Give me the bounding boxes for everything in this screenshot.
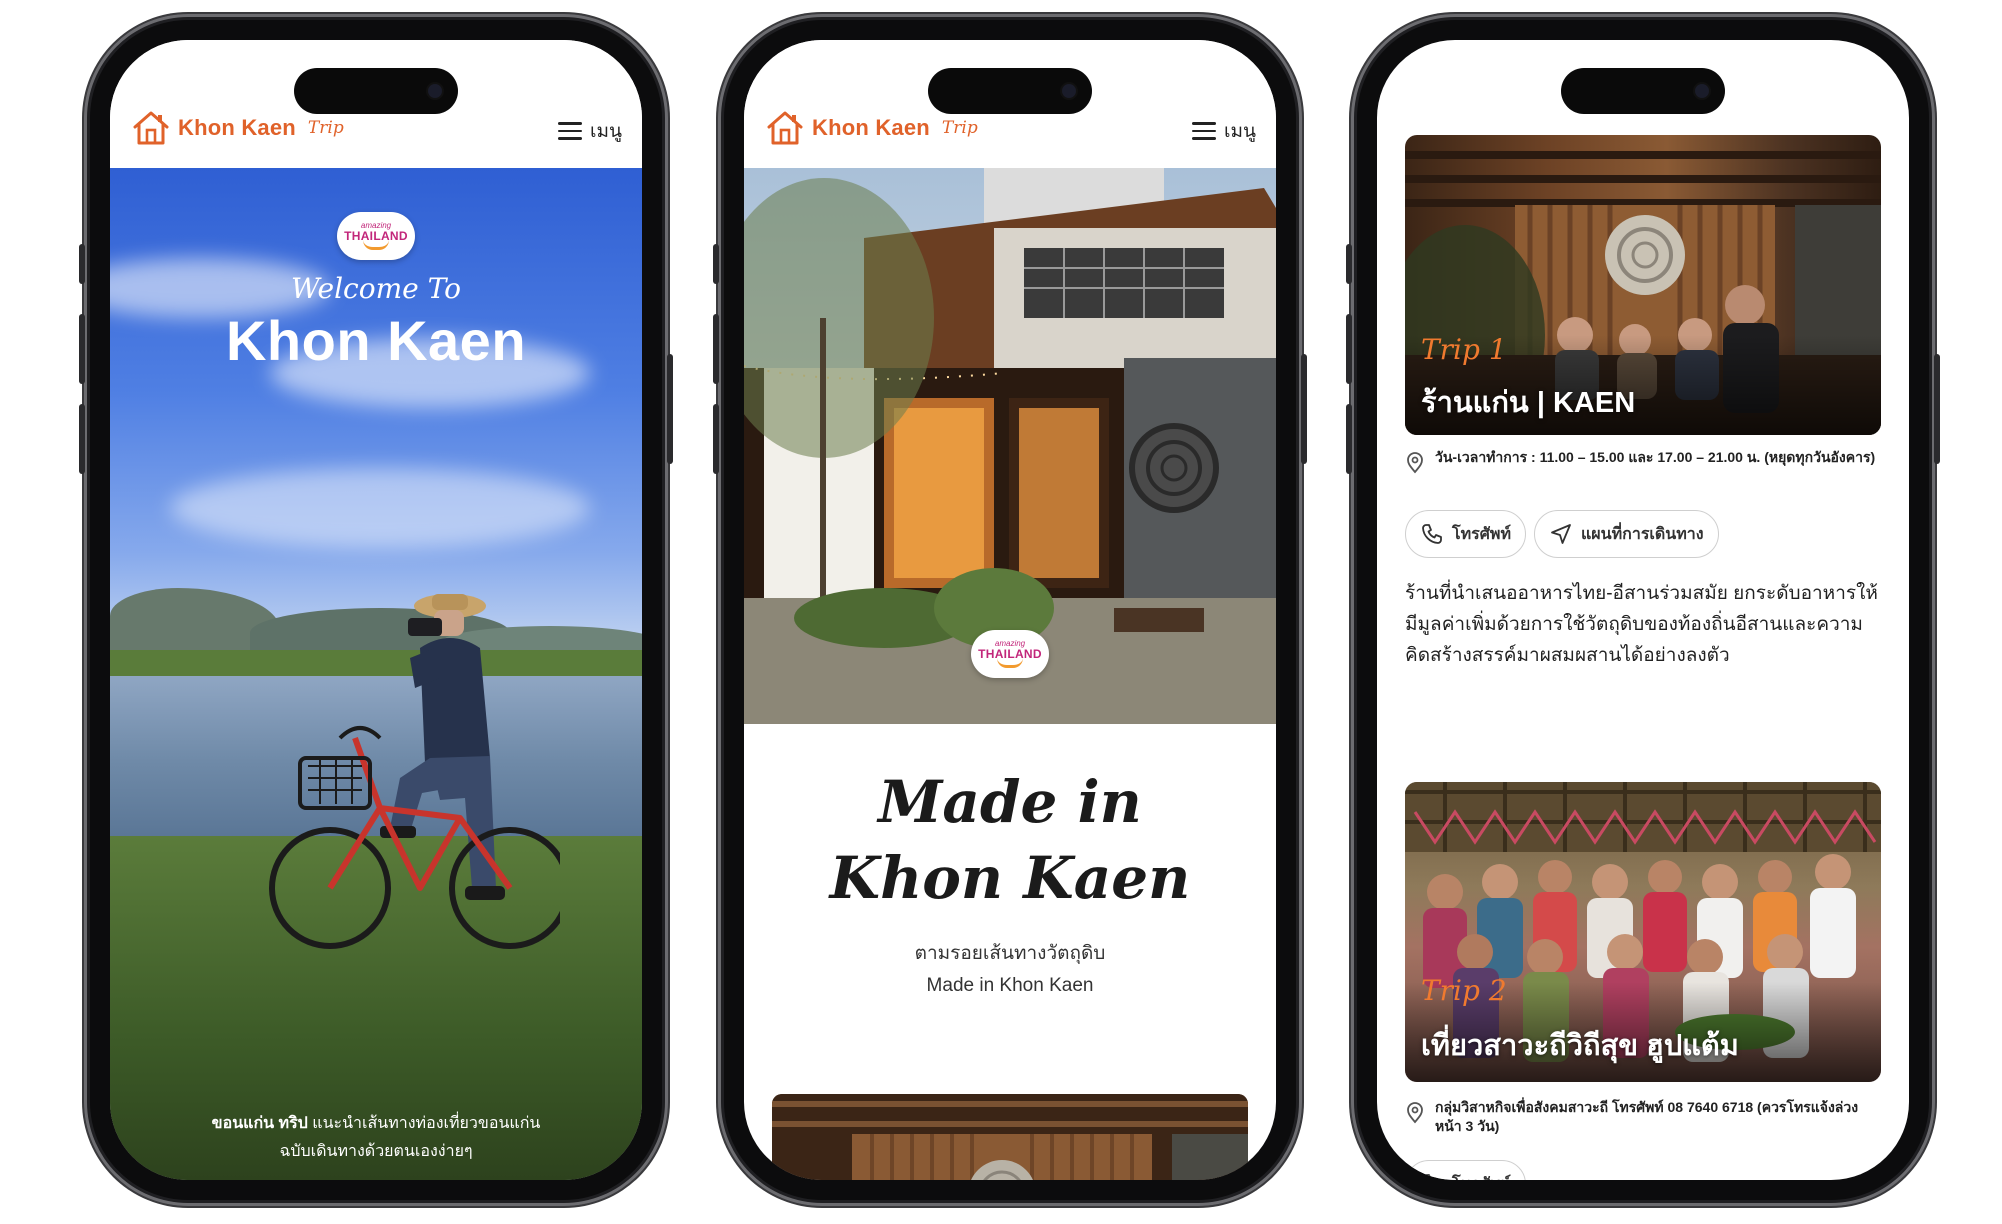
menu-label: เมนู [589,121,622,142]
phone-button [713,314,719,384]
phone-button [713,404,719,474]
phone-button [713,244,719,284]
hero-footer-text: ขอนแก่น ทริป แนะนำเส้นทางท่องเที่ยวขอนแก… [110,1110,642,1180]
phone-button [79,404,85,474]
directions-label: แผนที่การเดินทาง [1580,525,1704,543]
dynamic-island [928,68,1092,114]
call-label: โทรศัพท์ [1452,1172,1511,1181]
group-contact-info: กลุ่มวิสาหกิจเพื่อสังคมสาวะถี โทรศัพท์ 0… [1405,1098,1881,1136]
subheadline-line2: Made in Khon Kaen [926,975,1094,996]
dynamic-island [294,68,458,114]
trip-title-1: ร้านแก่น | KAEN [1421,387,1636,419]
trip-label-2: Trip 2 [1421,974,1507,1007]
dynamic-island [1561,68,1725,114]
restaurant-interior-illustration [772,1094,1248,1180]
amazing-thailand-badge: amazing THAILAND [337,212,415,260]
restaurant-description: ร้านที่นำเสนออาหารไทย-อีสานร่วมสมัย ยกระ… [1405,583,1878,666]
call-button[interactable]: โทรศัพท์ [1405,510,1526,558]
phone-button [1346,314,1352,384]
trip-title-2: เที่ยวสาวะถีวิถีสุข ฮูปแต้ม [1421,1030,1739,1062]
opening-hours-text: วัน-เวลาทำการ : 11.00 – 15.00 และ 17.00 … [1435,449,1876,465]
phone-button [79,314,85,384]
footer-line1: แนะนำเส้นทางท่องเที่ยวขอนแก่น [307,1115,541,1132]
welcome-text: Welcome To [291,272,461,305]
location-pin-icon [1407,452,1423,474]
brand-name: Khon Kaen [178,115,296,140]
brand-trip: Trip [941,118,978,138]
subheadline-line1: ตามรอยเส้นทางวัตถุดิบ [914,943,1106,964]
navigation-arrow-icon [1551,524,1571,544]
headline-line2: Khon Kaen [829,844,1191,912]
brand-logo[interactable]: Khon Kaen Trip [132,110,344,146]
mockup-stage: Khon Kaen Trip เมนู amazing THAILAND Wel… [0,0,2002,1224]
footer-bold: ขอนแก่น ทริป [211,1115,308,1132]
hero-photo: amazing THAILAND Welcome To Khon Kaen ขอ… [110,168,642,1180]
phone-button [1934,354,1940,464]
trip-card-1[interactable]: Trip 1 ร้านแก่น | KAEN [1405,135,1881,435]
menu-label: เมนู [1223,121,1256,142]
call-label: โทรศัพท์ [1452,525,1511,543]
restaurant-photo: amazing THAILAND [744,168,1276,724]
phone-frame-2: Khon Kaen Trip เมนู amazing THAILAND Mad… [713,14,1307,1206]
subheadline: ตามรอยเส้นทางวัตถุดิบ Made in Khon Kaen [744,938,1276,1002]
phone-icon [1422,1174,1432,1180]
phone-button [1346,244,1352,284]
phone-button [667,354,673,464]
card1-actions: โทรศัพท์ แผนที่การเดินทาง [1405,510,1719,558]
hamburger-icon [557,122,582,140]
phone-screen-1: Khon Kaen Trip เมนู amazing THAILAND Wel… [110,40,642,1180]
headline-line1: Made in [878,768,1142,836]
phone-icon [1422,524,1442,544]
brand-name: Khon Kaen [812,115,930,140]
phone-button [1346,404,1352,474]
group-contact-text: กลุ่มวิสาหกิจเพื่อสังคมสาวะถี โทรศัพท์ 0… [1435,1099,1859,1134]
trip-label-1: Trip 1 [1421,333,1507,366]
opening-hours: วัน-เวลาทำการ : 11.00 – 15.00 และ 17.00 … [1405,448,1881,474]
phone-screen-3: Trip 1 ร้านแก่น | KAEN วัน-เวลาทำการ : 1… [1377,40,1909,1180]
house-icon [133,111,169,145]
house-icon [767,111,803,145]
menu-button[interactable]: เมนู [557,116,622,146]
hamburger-icon [1191,122,1216,140]
card-thumbnail[interactable] [772,1094,1248,1180]
brand-logo[interactable]: Khon Kaen Trip [766,110,978,146]
brand-trip: Trip [307,118,344,138]
phone-frame-3: Trip 1 ร้านแก่น | KAEN วัน-เวลาทำการ : 1… [1346,14,1940,1206]
footer-line2: ฉบับเดินทางด้วยตนเองง่ายๆ [279,1143,473,1160]
phone-screen-2: Khon Kaen Trip เมนู amazing THAILAND Mad… [744,40,1276,1180]
location-pin-icon [1407,1102,1423,1124]
trip-card-2[interactable]: Trip 2 เที่ยวสาวะถีวิถีสุข ฮูปแต้ม [1405,782,1881,1082]
directions-button[interactable]: แผนที่การเดินทาง [1533,510,1719,558]
headline: Made in Khon Kaen [744,764,1276,916]
card2-actions: โทรศัพท์ [1405,1160,1526,1180]
amazing-thailand-badge: amazing THAILAND [971,630,1049,678]
photographer-illustration [269,594,560,949]
call-button[interactable]: โทรศัพท์ [1405,1160,1526,1180]
menu-button[interactable]: เมนู [1191,116,1256,146]
hero-title: Khon Kaen [225,309,527,372]
phone-button [1301,354,1307,464]
phone-button [79,244,85,284]
phone-frame-1: Khon Kaen Trip เมนู amazing THAILAND Wel… [79,14,673,1206]
